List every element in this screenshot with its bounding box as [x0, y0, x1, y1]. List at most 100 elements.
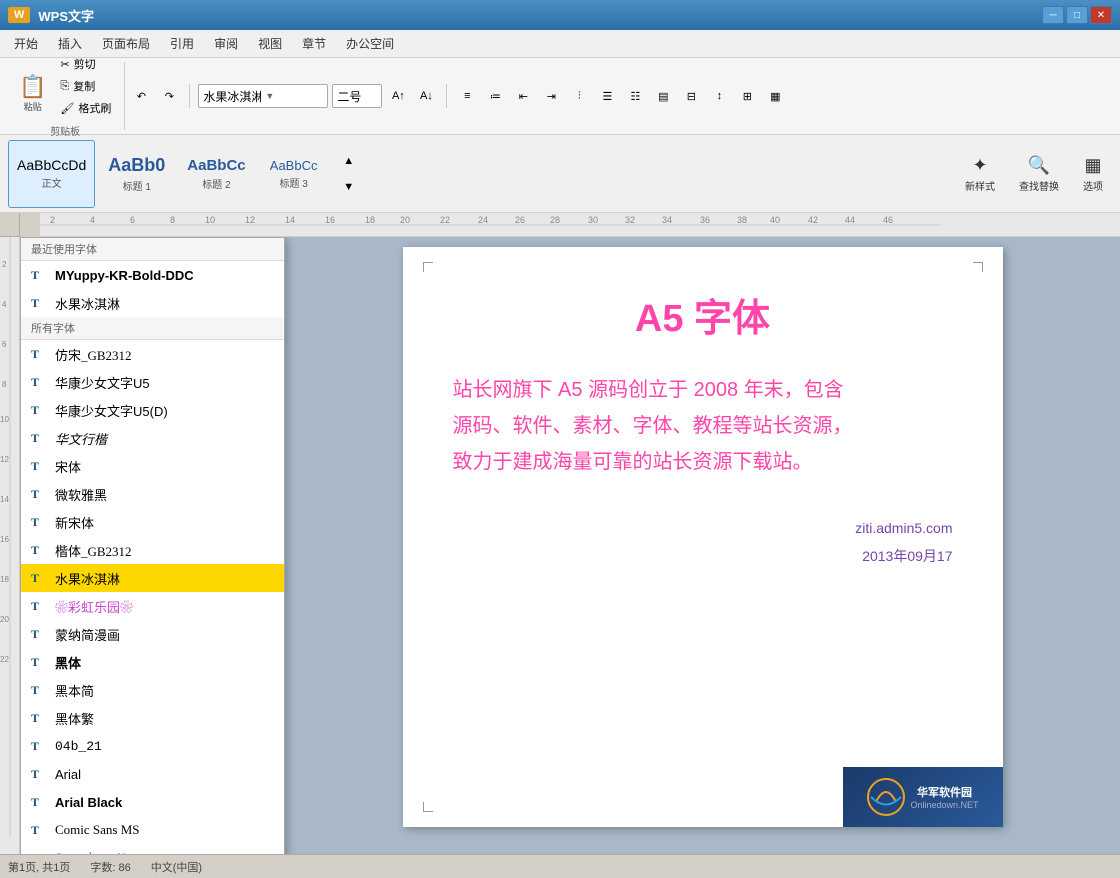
align-left-button[interactable]: ⫶ — [567, 84, 591, 108]
separator-1 — [189, 84, 190, 108]
style-scroll-down[interactable]: ▼ — [337, 175, 361, 199]
font-item-heitf[interactable]: T 黑体繁 — [21, 704, 284, 732]
font-item-arial[interactable]: T Arial — [21, 760, 284, 788]
font-shrink-button[interactable]: A↓ — [414, 84, 438, 108]
new-style-button[interactable]: ✦ 新样式 — [956, 150, 1004, 198]
corner-bl — [423, 802, 433, 812]
ruler-area: 2 4 6 8 10 12 14 16 18 20 22 24 26 28 30… — [0, 213, 1120, 237]
font-item-fangsung[interactable]: T 仿宋_GB2312 — [21, 340, 284, 368]
svg-text:32: 32 — [625, 215, 635, 225]
style-heading1[interactable]: AaBb0 标题 1 — [99, 140, 174, 208]
column-button[interactable]: ⊟ — [679, 84, 703, 108]
redo-button[interactable]: ↷ — [157, 84, 181, 108]
menu-review[interactable]: 审阅 — [204, 31, 248, 56]
font-item-huakang1[interactable]: T 华康少女文字U5 — [21, 368, 284, 396]
vertical-ruler: 2 4 6 8 10 12 14 16 18 20 22 — [0, 237, 20, 854]
style-normal[interactable]: AaBbCcDd 正文 — [8, 140, 95, 208]
font-tt-icon-3: T — [31, 347, 47, 362]
undo-redo-section: ↶ ↷ — [129, 84, 181, 108]
svg-text:14: 14 — [0, 495, 9, 504]
indent-decrease-button[interactable]: ⇤ — [511, 84, 535, 108]
font-tt-icon-8: T — [31, 487, 47, 502]
align-right-button[interactable]: ☷ — [623, 84, 647, 108]
font-item-icecream-recent[interactable]: T 水果冰淇淋 — [21, 289, 284, 317]
menu-start[interactable]: 开始 — [4, 31, 48, 56]
maximize-button[interactable]: □ — [1066, 6, 1088, 24]
font-tt-icon-20: T — [31, 823, 47, 838]
menu-chapter[interactable]: 章节 — [292, 31, 336, 56]
font-item-weihei[interactable]: T 微软雅黑 — [21, 480, 284, 508]
font-item-mengna[interactable]: T 蒙纳简漫画 — [21, 620, 284, 648]
format-paint-icon: 🖌 — [60, 102, 74, 115]
style-scroll-up[interactable]: ▲ — [337, 149, 361, 173]
menu-office-space[interactable]: 办公空间 — [336, 31, 404, 56]
close-button[interactable]: ✕ — [1090, 6, 1112, 24]
svg-text:8: 8 — [2, 380, 7, 389]
find-replace-button[interactable]: 🔍 查找替换 — [1010, 150, 1068, 198]
svg-text:20: 20 — [400, 215, 410, 225]
svg-text:2: 2 — [50, 215, 55, 225]
list-ordered-button[interactable]: ≔ — [483, 84, 507, 108]
align-center-button[interactable]: ☰ — [595, 84, 619, 108]
list-unordered-button[interactable]: ≡ — [455, 84, 479, 108]
font-item-comic[interactable]: T Comic Sans MS — [21, 816, 284, 844]
border-button[interactable]: ⊞ — [735, 84, 759, 108]
font-name-display: 水果冰淇淋 — [203, 88, 261, 105]
minimize-button[interactable]: ─ — [1042, 6, 1064, 24]
clipboard-section: 📋 粘贴 ✂ 剪切 ⎘ 复制 🖌 格式刷 剪贴板 — [6, 62, 125, 130]
font-item-fancy[interactable]: T ❀彩虹乐园❀ — [21, 592, 284, 620]
paste-button[interactable]: 📋 粘贴 — [14, 69, 51, 118]
style-h3-label: 标题 3 — [279, 175, 307, 190]
justify-button[interactable]: ▤ — [651, 84, 675, 108]
font-item-04b[interactable]: T 04b_21 — [21, 732, 284, 760]
style-heading2[interactable]: AaBbCc 标题 2 — [178, 140, 254, 208]
font-size-selector[interactable]: 二号 — [332, 84, 382, 108]
font-item-icecream-selected[interactable]: T 水果冰淇淋 — [21, 564, 284, 592]
svg-text:2: 2 — [2, 260, 7, 269]
font-tt-icon-7: T — [31, 459, 47, 474]
watermark-logo-icon — [866, 777, 906, 817]
sort-button[interactable]: ↕ — [707, 84, 731, 108]
window-controls: ─ □ ✕ — [1042, 6, 1112, 24]
format-paint-button[interactable]: 🖌 格式刷 — [55, 98, 116, 118]
font-item-xinsong[interactable]: T 新宋体 — [21, 508, 284, 536]
font-item-heiti[interactable]: T 黑体 — [21, 648, 284, 676]
copy-icon: ⎘ — [60, 80, 69, 93]
select-button[interactable]: ▦ 选项 — [1074, 150, 1112, 198]
font-item-huawen[interactable]: T 华文行楷 — [21, 424, 284, 452]
font-name-fancy: ❀彩虹乐园❀ — [55, 597, 274, 616]
font-tt-icon-21: T — [31, 851, 47, 855]
undo-button[interactable]: ↶ — [129, 84, 153, 108]
main-toolbar: 📋 粘贴 ✂ 剪切 ⎘ 复制 🖌 格式刷 剪贴板 ↶ ↷ — [0, 58, 1120, 135]
cut-button[interactable]: ✂ 剪切 — [55, 54, 116, 74]
menu-page-layout[interactable]: 页面布局 — [92, 31, 160, 56]
svg-text:6: 6 — [130, 215, 135, 225]
style-heading3[interactable]: AaBbCc 标题 3 — [259, 140, 329, 208]
menu-view[interactable]: 视图 — [248, 31, 292, 56]
font-item-muyuppy-recent[interactable]: T MYuppy-KR-Bold-DDC — [21, 261, 284, 289]
svg-text:12: 12 — [245, 215, 255, 225]
svg-text:12: 12 — [0, 455, 9, 464]
font-item-arialblack[interactable]: T Arial Black — [21, 788, 284, 816]
right-tools: ✦ 新样式 🔍 查找替换 ▦ 选项 — [956, 150, 1112, 198]
doc-para-2: 源码、软件、素材、字体、教程等站长资源， — [453, 408, 953, 444]
font-name-huawen: 华文行楷 — [55, 429, 274, 448]
font-item-huakang2[interactable]: T 华康少女文字U5(D) — [21, 396, 284, 424]
style-h2-label: 标题 2 — [202, 176, 230, 191]
copy-button[interactable]: ⎘ 复制 — [55, 76, 116, 96]
svg-text:34: 34 — [662, 215, 672, 225]
font-item-courier[interactable]: T Courier New — [21, 844, 284, 854]
font-grow-button[interactable]: A↑ — [386, 84, 410, 108]
indent-increase-button[interactable]: ⇥ — [539, 84, 563, 108]
font-item-songti[interactable]: T 宋体 — [21, 452, 284, 480]
font-name-fangsung: 仿宋_GB2312 — [55, 345, 274, 364]
font-item-heijian[interactable]: T 黑本简 — [21, 676, 284, 704]
font-selector[interactable]: 水果冰淇淋 ▼ — [198, 84, 328, 108]
menu-reference[interactable]: 引用 — [160, 31, 204, 56]
font-dropdown-scroll[interactable]: 最近使用字体 T MYuppy-KR-Bold-DDC T 水果冰淇淋 所有字体… — [21, 238, 284, 854]
select-icon: ▦ — [1084, 155, 1101, 176]
font-tt-icon-4: T — [31, 375, 47, 390]
menu-insert[interactable]: 插入 — [48, 31, 92, 56]
shade-button[interactable]: ▦ — [763, 84, 787, 108]
font-item-kaiti[interactable]: T 楷体_GB2312 — [21, 536, 284, 564]
